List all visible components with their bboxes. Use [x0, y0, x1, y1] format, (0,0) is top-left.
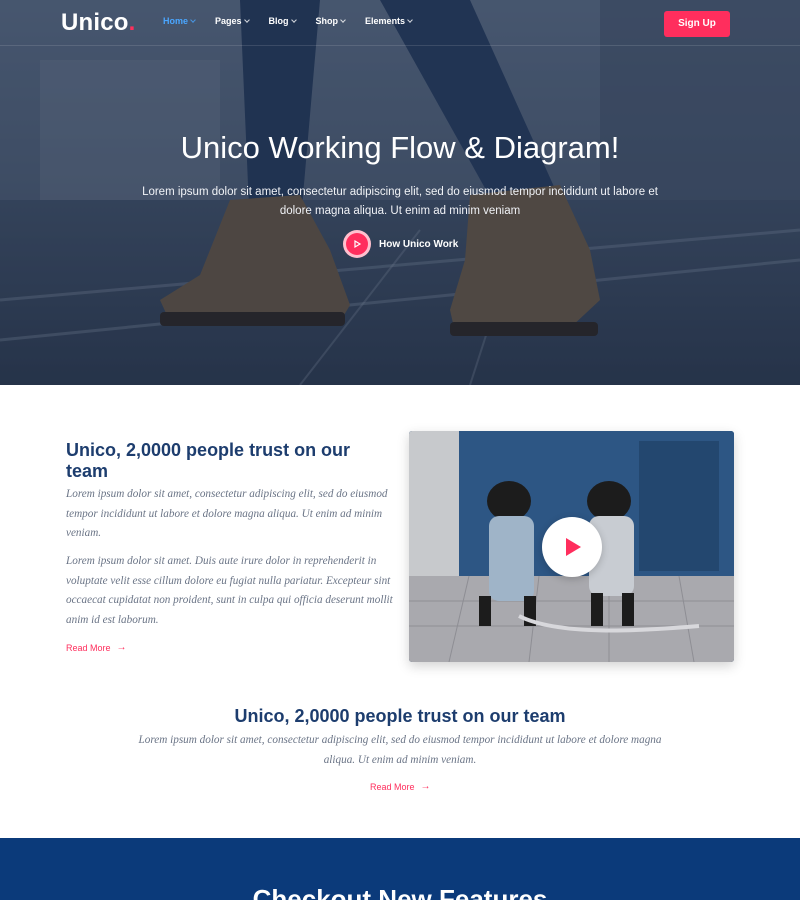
sign-up-button[interactable]: Sign Up	[664, 11, 730, 37]
logo[interactable]: Unico.	[61, 9, 136, 37]
menu-item-pages[interactable]: Pages	[215, 16, 250, 26]
hero-section: Unico. Home Pages Blog Shop Elements Sig…	[0, 0, 800, 385]
arrow-right-icon: →	[116, 642, 127, 653]
menu-item-label: Home	[163, 16, 189, 26]
chevron-down-icon	[243, 17, 250, 23]
main-menu: Home Pages Blog Shop Elements	[163, 16, 432, 26]
menu-item-shop[interactable]: Shop	[316, 16, 346, 26]
chevron-down-icon	[190, 17, 196, 23]
top-navigation: Unico. Home Pages Blog Shop Elements Sig…	[0, 0, 800, 46]
about-paragraph-2: Lorem ipsum dolor sit amet. Duis aute ir…	[66, 555, 393, 626]
how-unico-work-label: How Unico Work	[379, 238, 459, 250]
menu-item-home[interactable]: Home	[163, 16, 196, 26]
trust-title: Unico, 2,0000 people trust on our team	[234, 706, 566, 726]
arrow-right-icon: →	[420, 781, 431, 792]
logo-text: Unico	[61, 9, 129, 36]
features-title: Checkout New Features	[252, 884, 548, 900]
menu-item-blog[interactable]: Blog	[268, 16, 297, 26]
trust-read-more-link[interactable]: Read More →	[370, 781, 431, 792]
chevron-down-icon	[407, 17, 413, 23]
video-thumbnail[interactable]	[409, 431, 734, 662]
menu-item-label: Pages	[215, 16, 242, 26]
trust-paragraph: Lorem ipsum dolor sit amet, consectetur …	[138, 734, 662, 766]
features-section: Checkout New Features	[0, 838, 800, 900]
chevron-down-icon	[290, 17, 297, 23]
logo-dot: .	[128, 9, 136, 36]
about-paragraph-1: Lorem ipsum dolor sit amet, consectetur …	[66, 488, 388, 539]
menu-item-elements[interactable]: Elements	[365, 16, 413, 26]
about-read-more-link[interactable]: Read More →	[66, 642, 127, 653]
read-more-label: Read More	[370, 781, 415, 792]
menu-item-label: Blog	[268, 16, 289, 26]
how-unico-work-button[interactable]: How Unico Work	[343, 230, 458, 258]
chevron-down-icon	[340, 17, 346, 23]
play-icon[interactable]	[542, 517, 602, 577]
hero-title: Unico Working Flow & Diagram!	[180, 130, 620, 165]
play-icon	[343, 230, 371, 258]
read-more-label: Read More	[66, 642, 111, 653]
about-title: Unico, 2,0000 people trust on our team	[66, 440, 351, 481]
hero-subtitle: Lorem ipsum dolor sit amet, consectetur …	[142, 186, 658, 217]
menu-item-label: Shop	[315, 16, 339, 26]
menu-item-label: Elements	[365, 16, 406, 26]
